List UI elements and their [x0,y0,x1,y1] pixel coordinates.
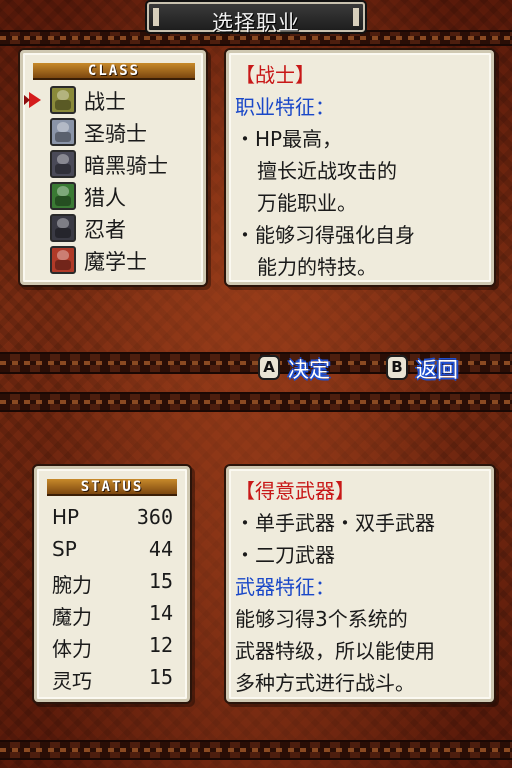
class-item-hunter[interactable]: 猎人 [20,180,190,212]
title-bar: 选择职业 [147,2,365,35]
stat-value: 15 [148,569,173,593]
class-item-paladin[interactable]: 圣骑士 [20,116,190,148]
confirm-button[interactable]: A 决定 [258,354,358,382]
decorative-band-bottom [0,740,512,760]
weapon-heading: 【得意武器】 [235,479,355,503]
hunter-portrait-icon [50,182,76,210]
class-desc-line: ・HP最高， [235,127,343,151]
class-feature-heading: 职业特征： [235,95,335,119]
weapon-desc-line: 武器特级，所以能使用 [235,639,435,663]
weapon-desc-line: 多种方式进行战斗。 [235,671,415,695]
stat-value: 15 [148,665,173,689]
stat-value: 12 [148,633,173,657]
stat-name: 体力 [52,637,92,661]
stat-name: 腕力 [52,573,92,597]
decorative-band-middle-2 [0,392,512,412]
class-description-panel: 【战士】 职业特征： ・HP最高， 擅长近战攻击的 万能职业。 ・能够习得强化自… [226,50,494,285]
class-item-warrior[interactable]: 战士 [20,84,190,116]
a-key-icon: A [258,355,280,380]
weapon-types-line: ・单手武器・双手武器 [235,511,435,535]
stat-name: SP [52,537,77,561]
b-key-icon: B [386,355,408,380]
stat-value: 360 [136,505,173,529]
page-title: 选择职业 [212,11,300,35]
class-item-label: 暗黑骑士 [84,154,168,178]
status-panel: STATUS HP 360 SP 44 腕力 15 魔力 14 体力 12 灵巧… [34,466,190,702]
class-item-label: 忍者 [84,218,126,242]
confirm-label: 决定 [288,358,330,382]
back-label: 返回 [416,358,458,382]
class-item-mage[interactable]: 魔学士 [20,244,190,276]
class-item-dark-knight[interactable]: 暗黑骑士 [20,148,190,180]
weapon-desc-line: 能够习得3个系统的 [235,607,408,631]
title-cap-right [353,8,359,26]
dark-knight-portrait-icon [50,150,76,178]
stat-name: HP [52,505,80,529]
class-item-label: 猎人 [84,186,126,210]
stat-value: 14 [148,601,173,625]
class-desc-line: 万能职业。 [257,191,357,215]
class-header: CLASS [33,63,195,80]
class-desc-line: 擅长近战攻击的 [257,159,397,183]
stat-value: 44 [148,537,173,561]
stat-name: 魔力 [52,605,92,629]
weapon-types-line: ・二刀武器 [235,543,335,567]
class-item-ninja[interactable]: 忍者 [20,212,190,244]
class-desc-line: 能力的特技。 [257,255,377,279]
class-item-label: 魔学士 [84,250,147,274]
paladin-portrait-icon [50,118,76,146]
class-name: 【战士】 [235,63,315,87]
warrior-portrait-icon [50,86,76,114]
mage-portrait-icon [50,246,76,274]
class-list: 战士 圣骑士 暗黑骑士 猎人 忍者 魔学士 [20,84,206,280]
ninja-portrait-icon [50,214,76,242]
weapon-feature-heading: 武器特征： [235,575,335,599]
class-item-label: 战士 [84,90,126,114]
status-header: STATUS [47,479,177,496]
class-desc-line: ・能够习得强化自身 [235,223,415,247]
stat-name: 灵巧 [52,669,92,693]
weapon-description-panel: 【得意武器】 ・单手武器・双手武器 ・二刀武器 武器特征： 能够习得3个系统的 … [226,466,494,702]
back-button[interactable]: B 返回 [386,354,486,382]
class-item-label: 圣骑士 [84,122,147,146]
